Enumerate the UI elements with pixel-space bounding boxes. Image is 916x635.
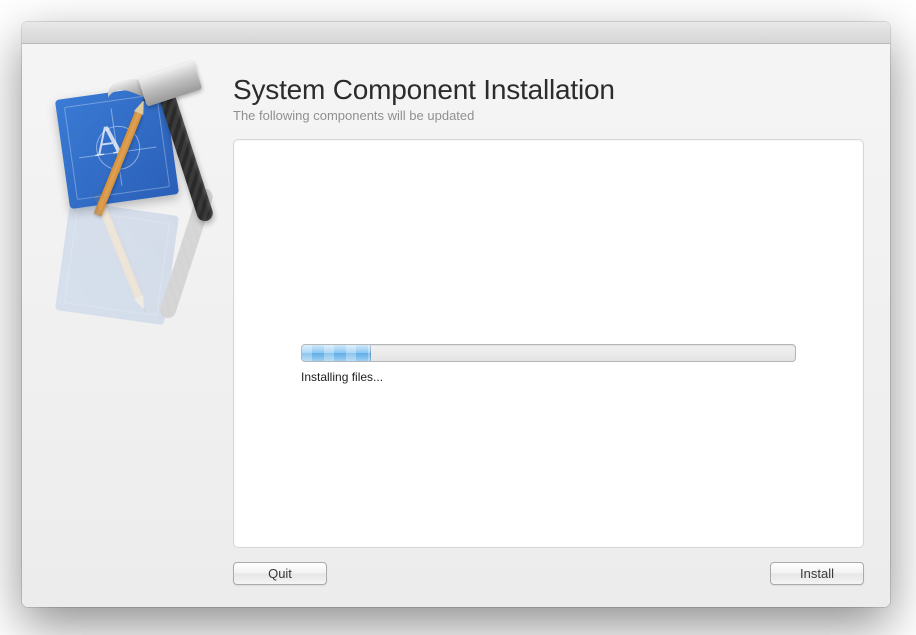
page-title: System Component Installation <box>233 74 864 106</box>
install-button[interactable]: Install <box>770 562 864 585</box>
window-titlebar[interactable] <box>22 22 890 44</box>
button-row: Quit Install <box>233 562 864 585</box>
main-column: System Component Installation The follow… <box>233 74 864 585</box>
progress-section: Installing files... <box>301 344 796 384</box>
window-content: A <box>22 44 890 607</box>
progress-bar <box>301 344 796 362</box>
page-subtitle: The following components will be updated <box>233 108 864 123</box>
progress-fill <box>302 345 371 361</box>
icon-column: A <box>48 74 233 585</box>
installer-window: A <box>22 22 890 607</box>
quit-button[interactable]: Quit <box>233 562 327 585</box>
progress-status-text: Installing files... <box>301 370 796 384</box>
content-panel: Installing files... <box>233 139 864 548</box>
xcode-blueprint-hammer-icon: A <box>54 74 214 234</box>
